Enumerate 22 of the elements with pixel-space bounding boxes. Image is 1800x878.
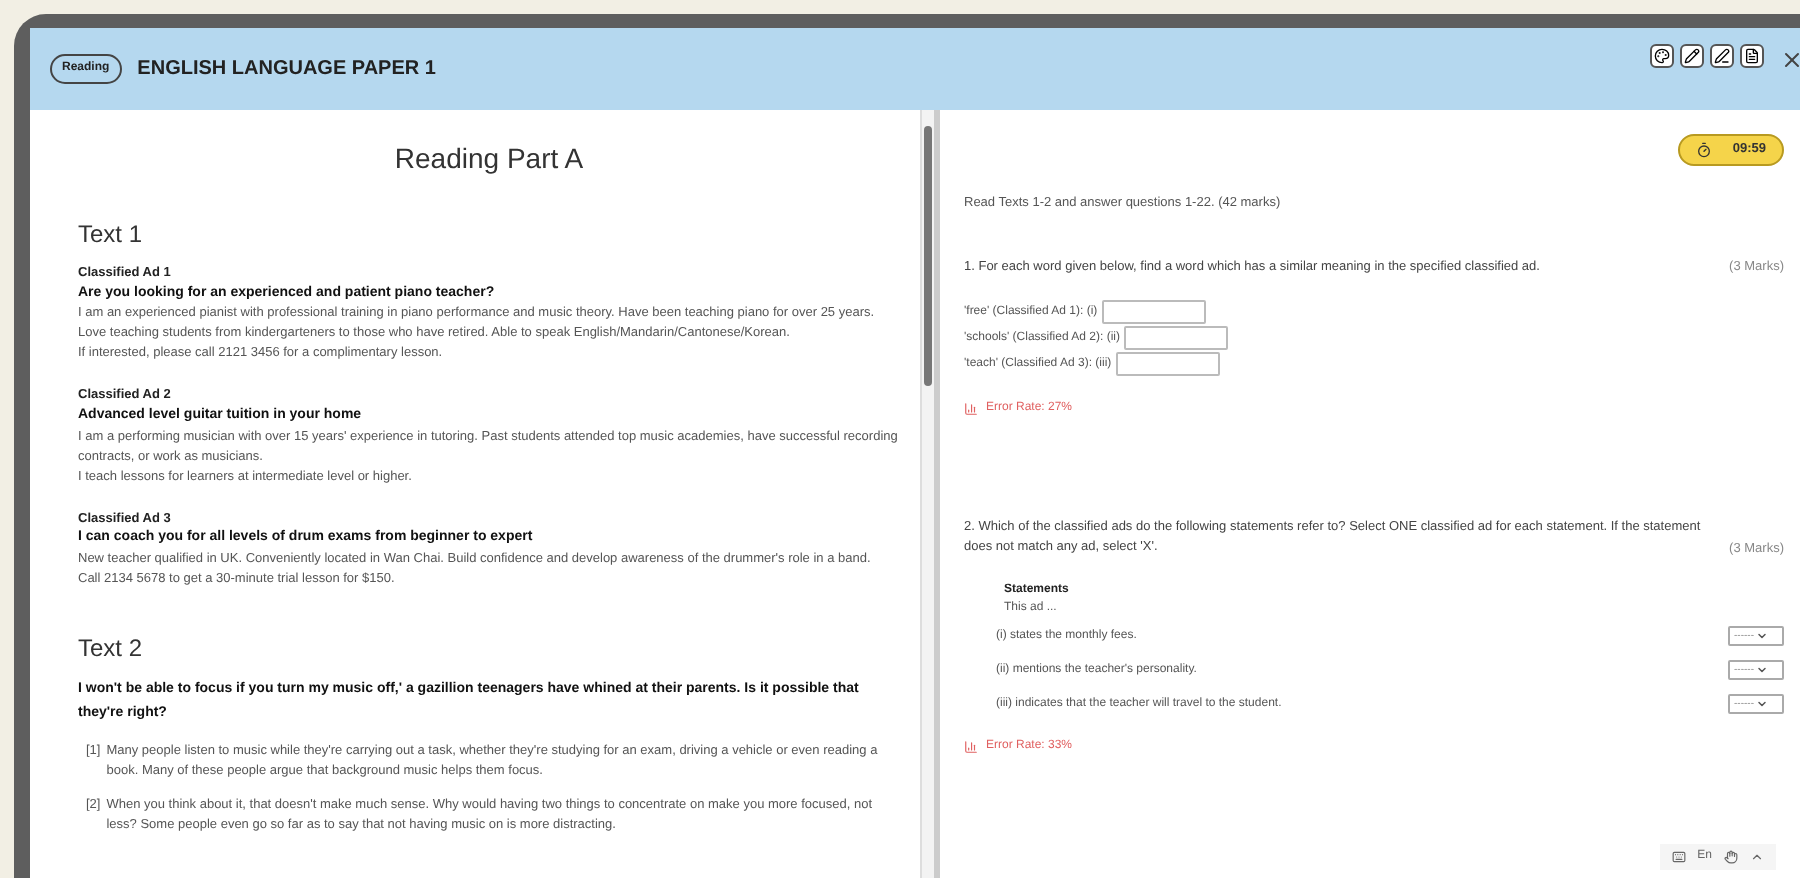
chevron-down-icon: [1756, 698, 1768, 711]
pen-button[interactable]: [1710, 44, 1734, 68]
document-button[interactable]: [1740, 44, 1764, 68]
timer-icon: [1696, 141, 1713, 158]
text-heading: Text 2: [78, 631, 145, 666]
answer-field[interactable]: [1101, 300, 1206, 325]
chevron-down-icon: [1756, 630, 1768, 643]
bar-chart-icon: [964, 402, 978, 417]
scrollbar-thumb[interactable]: [924, 126, 932, 386]
answer-field[interactable]: [1123, 326, 1228, 351]
chevron-down-icon: [1756, 664, 1768, 677]
close-icon[interactable]: [1780, 48, 1800, 72]
hand-icon[interactable]: [1724, 850, 1738, 864]
keyboard-icon[interactable]: [1671, 850, 1686, 864]
paper-title: ENGLISH LANGUAGE PAPER 1: [137, 56, 436, 84]
pencil-button[interactable]: [1680, 44, 1704, 68]
passage-title: Reading Part A: [392, 140, 586, 178]
palette-button[interactable]: [1650, 44, 1674, 68]
chevron-up-icon[interactable]: [1750, 850, 1764, 864]
answer-field[interactable]: [1115, 352, 1220, 377]
text-heading: Text 1: [78, 218, 145, 252]
bar-chart-icon: [964, 740, 978, 755]
